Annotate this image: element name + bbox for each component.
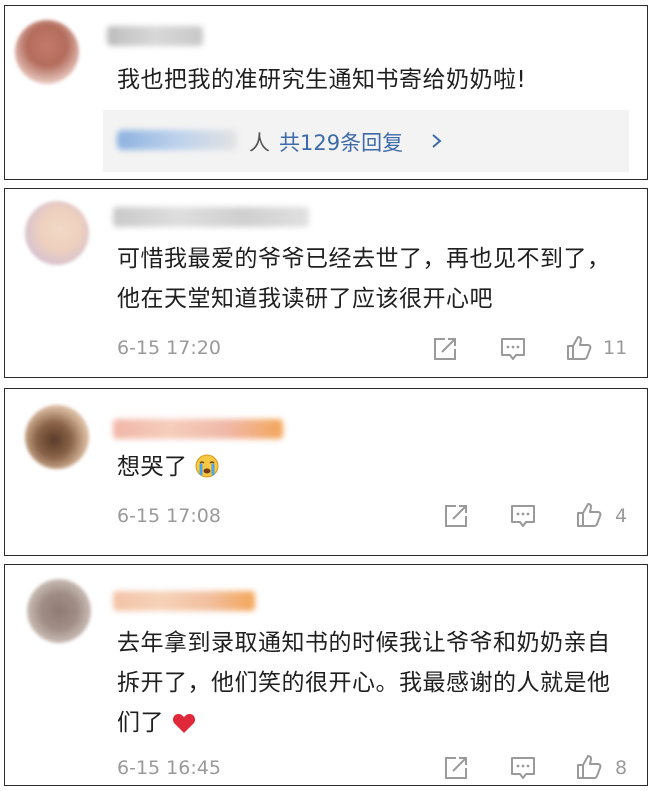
comment-card: 可惜我最爱的爷爷已经去世了，再也见不到了，他在天堂知道我读研了应该很开心吧 6-… bbox=[4, 188, 648, 378]
reply-users-suffix: 人 bbox=[249, 131, 270, 155]
comment-text: 可惜我最爱的爷爷已经去世了，再也见不到了，他在天堂知道我读研了应该很开心吧 bbox=[117, 246, 611, 312]
username[interactable] bbox=[113, 207, 309, 227]
comment-icon[interactable] bbox=[509, 754, 537, 782]
comment-card: 我也把我的准研究生通知书寄给奶奶啦! 人 共129条回复 bbox=[4, 5, 648, 180]
avatar[interactable] bbox=[27, 579, 91, 643]
red-heart-emoji bbox=[172, 714, 195, 733]
avatar[interactable] bbox=[25, 405, 89, 469]
avatar[interactable] bbox=[25, 201, 89, 265]
comment-icon[interactable] bbox=[499, 335, 527, 363]
thumbs-up-icon[interactable] bbox=[575, 501, 603, 529]
chevron-right-icon bbox=[432, 134, 442, 148]
comment-text: 去年拿到录取通知书的时候我让爷爷和奶奶亲自拆开了，他们笑的很开心。我最感谢的人就… bbox=[117, 623, 623, 743]
timestamp: 6-15 16:45 bbox=[117, 757, 221, 779]
comment-card: 去年拿到录取通知书的时候我让爷爷和奶奶亲自拆开了，他们笑的很开心。我最感谢的人就… bbox=[4, 564, 648, 786]
comment-text-content: 想哭了 bbox=[117, 454, 188, 480]
share-icon[interactable] bbox=[442, 754, 470, 782]
like-count: 11 bbox=[603, 337, 628, 359]
timestamp: 6-15 17:20 bbox=[117, 337, 221, 359]
like-count: 4 bbox=[615, 505, 628, 527]
username[interactable] bbox=[107, 26, 203, 46]
comment-text: 想哭了 bbox=[117, 447, 623, 487]
thumbs-up-icon[interactable] bbox=[575, 753, 603, 781]
share-icon[interactable] bbox=[431, 335, 459, 363]
avatar[interactable] bbox=[15, 20, 79, 84]
view-replies-link[interactable]: 共129条回复 bbox=[279, 127, 403, 157]
thumbs-up-icon[interactable] bbox=[565, 334, 593, 362]
username[interactable] bbox=[113, 419, 283, 439]
comment-text: 我也把我的准研究生通知书寄给奶奶啦! bbox=[117, 67, 527, 93]
like-count: 8 bbox=[615, 757, 628, 779]
comment-card: 想哭了 6-15 17:08 4 bbox=[4, 388, 648, 556]
replies-preview[interactable]: 人 共129条回复 bbox=[103, 110, 629, 172]
username[interactable] bbox=[113, 591, 255, 611]
crying-face-emoji bbox=[195, 454, 219, 478]
reply-users bbox=[117, 130, 237, 150]
timestamp: 6-15 17:08 bbox=[117, 505, 221, 527]
comment-icon[interactable] bbox=[509, 502, 537, 530]
share-icon[interactable] bbox=[442, 502, 470, 530]
